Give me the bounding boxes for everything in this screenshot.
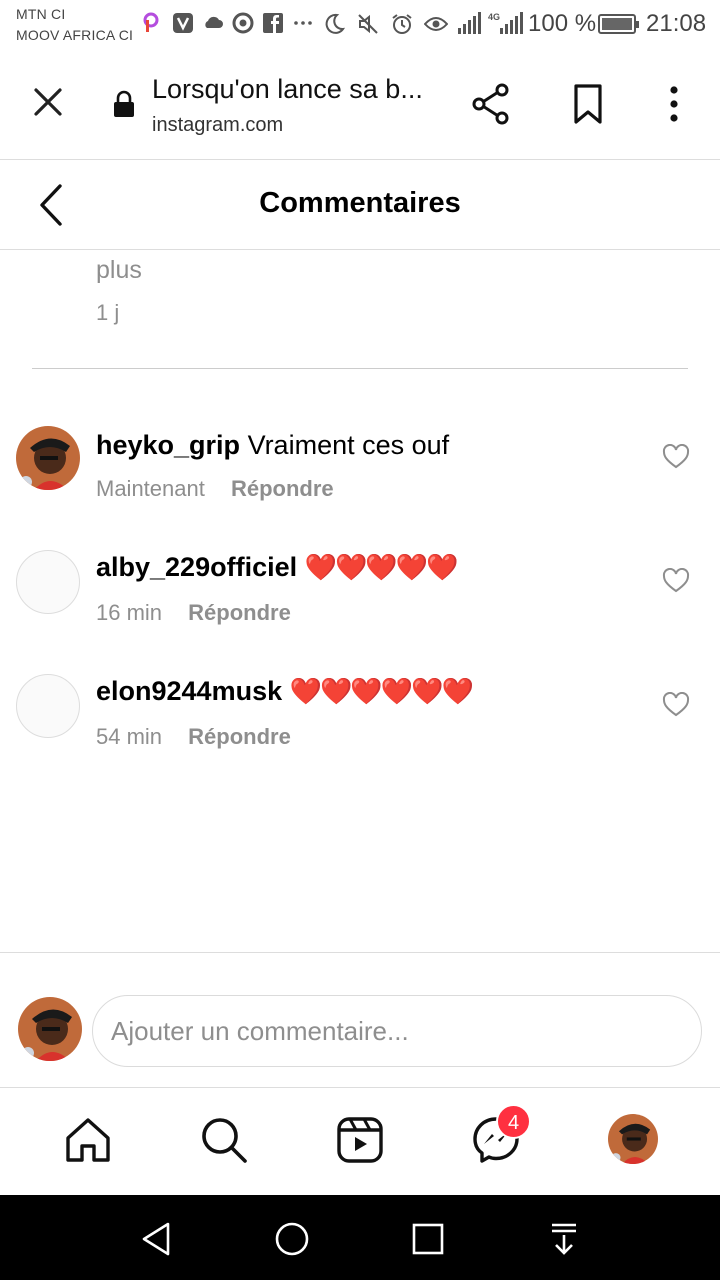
notification-icons [142, 12, 314, 34]
system-icons [322, 12, 449, 36]
bottom-navigation: 4 [0, 1089, 720, 1195]
more-vertical-icon[interactable] [654, 82, 694, 126]
comments-header: Commentaires [0, 160, 720, 250]
page-domain[interactable]: instagram.com [152, 114, 283, 137]
comment-time: Maintenant [96, 476, 205, 501]
lock-icon [113, 90, 135, 118]
more-icon [292, 12, 314, 34]
comment-time: 54 min [96, 724, 163, 749]
alarm-icon [390, 12, 414, 36]
chrome-icon [232, 12, 254, 34]
comment-body: ❤️❤️❤️❤️❤️❤️ [289, 676, 474, 706]
previous-comment-time: 1 j [96, 300, 120, 325]
close-icon[interactable] [28, 82, 68, 122]
status-time: 21:08 [646, 10, 707, 37]
status-bar: MTN CI MOOV AFRICA CI 4G 100 % 21:08 [0, 0, 720, 52]
profile-avatar[interactable] [608, 1114, 658, 1164]
recents-square-icon[interactable] [408, 1219, 448, 1259]
browser-toolbar: Lorsqu'on lance sa b... instagram.com [0, 52, 720, 160]
reply-button[interactable]: Répondre [188, 724, 291, 749]
reels-icon[interactable] [334, 1114, 386, 1166]
avatar[interactable] [16, 426, 80, 490]
battery-icon [598, 14, 639, 34]
comment-username[interactable]: heyko_grip [96, 430, 240, 460]
comment-body: ❤️❤️❤️❤️❤️ [304, 552, 459, 582]
back-triangle-icon[interactable] [138, 1219, 178, 1259]
home-circle-icon[interactable] [272, 1219, 312, 1259]
page-title[interactable]: Lorsqu'on lance sa b... [152, 74, 423, 105]
eye-icon [423, 12, 449, 36]
moon-icon [322, 12, 346, 36]
carrier-2: MOOV AFRICA CI [16, 27, 134, 43]
reply-button[interactable]: Répondre [188, 600, 291, 625]
battery-percent: 100 % [528, 10, 597, 37]
notification-pull-icon[interactable] [544, 1219, 584, 1259]
comment-body: Vraiment ces ouf [247, 430, 450, 460]
comment-item: elon9244musk ❤️❤️❤️❤️❤️❤️ 54 min Répondr… [0, 672, 720, 782]
search-icon[interactable] [198, 1114, 250, 1166]
comment-input-bar [0, 952, 720, 1088]
reply-button[interactable]: Répondre [231, 476, 334, 501]
divider [32, 368, 688, 369]
signal-icon-2 [500, 12, 523, 34]
picsart-icon [142, 12, 164, 34]
facebook-icon [262, 12, 284, 34]
comment-item: heyko_grip Vraiment ces ouf Maintenant R… [0, 424, 720, 534]
vtc-icon [172, 12, 194, 34]
avatar [18, 997, 82, 1061]
heart-icon[interactable] [662, 443, 690, 470]
system-navigation-bar [0, 1195, 720, 1280]
avatar[interactable] [16, 550, 80, 614]
bookmark-icon[interactable] [568, 82, 608, 126]
notification-badge: 4 [496, 1104, 531, 1139]
heart-icon[interactable] [662, 567, 690, 594]
comment-item: alby_229officiel ❤️❤️❤️❤️❤️ 16 min Répon… [0, 548, 720, 658]
share-icon[interactable] [470, 82, 514, 126]
heart-icon[interactable] [662, 691, 690, 718]
see-more-link[interactable]: plus [96, 256, 142, 285]
home-icon[interactable] [62, 1114, 114, 1166]
comment-input[interactable] [92, 995, 702, 1067]
cloud-icon [202, 12, 224, 34]
carrier-1: MTN CI [16, 6, 66, 22]
page-heading: Commentaires [259, 187, 461, 219]
comment-username[interactable]: elon9244musk [96, 676, 282, 706]
comment-username[interactable]: alby_229officiel [96, 552, 297, 582]
signal-icon [458, 12, 481, 34]
network-type: 4G [488, 12, 501, 22]
comment-time: 16 min [96, 600, 163, 625]
mute-icon [356, 12, 380, 36]
avatar[interactable] [16, 674, 80, 738]
